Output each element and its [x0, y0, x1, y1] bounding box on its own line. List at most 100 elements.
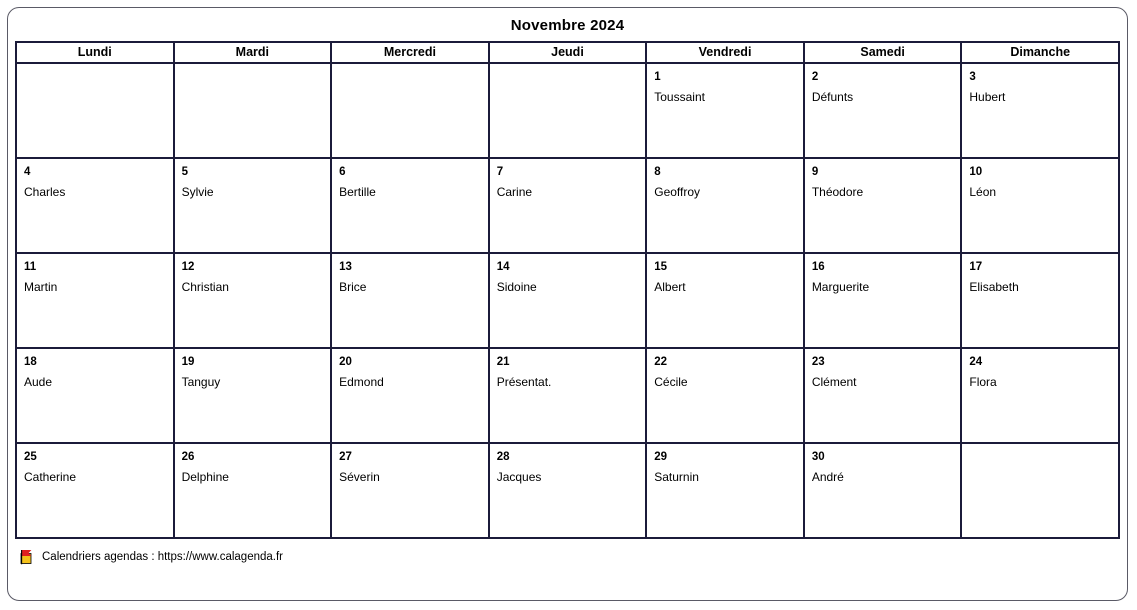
- day-cell-content: 20 Edmond: [332, 349, 488, 442]
- day-cell[interactable]: 24 Flora: [960, 347, 1120, 444]
- day-saint-name: Charles: [24, 185, 66, 199]
- day-cell[interactable]: 15 Albert: [645, 252, 805, 349]
- day-cell[interactable]: 16 Marguerite: [802, 252, 963, 349]
- day-saint-name: Brice: [339, 280, 367, 294]
- day-cell-content: 29 Saturnin: [647, 444, 803, 537]
- day-cell-content: 23 Clément: [805, 349, 961, 442]
- day-cell[interactable]: 26 Delphine: [172, 442, 333, 539]
- day-saint-name: Albert: [654, 280, 686, 294]
- weekday-header-lundi: Lundi: [15, 41, 175, 64]
- day-cell-content: 16 Marguerite: [805, 254, 961, 347]
- day-cell[interactable]: 3 Hubert: [960, 62, 1120, 159]
- day-saint-name: Marguerite: [811, 280, 870, 294]
- day-cell[interactable]: 19 Tanguy: [172, 347, 333, 444]
- day-number: 6: [339, 166, 346, 178]
- day-cell[interactable]: 20 Edmond: [330, 347, 490, 444]
- day-cell[interactable]: 27 Séverin: [330, 442, 490, 539]
- calendar-week-row: 18 Aude 19 Tanguy 20 Edmond 21 Présentat…: [15, 347, 1120, 444]
- day-number: 7: [496, 166, 504, 178]
- day-saint-name: Edmond: [339, 375, 384, 389]
- day-saint-name: Elisabeth: [969, 280, 1019, 294]
- day-cell-content: [332, 70, 488, 163]
- day-cell-content: 7 Carine: [490, 159, 646, 252]
- day-cell-content: 12 Christian: [175, 254, 331, 347]
- day-saint-name: Catherine: [24, 470, 77, 484]
- day-cell[interactable]: 1 Toussaint: [645, 62, 805, 159]
- day-number: 19: [181, 356, 195, 368]
- calendar-week-row: 25 Catherine 26 Delphine 27 Séverin 28 J…: [15, 442, 1120, 539]
- day-saint-name: André: [811, 470, 844, 484]
- day-number: 18: [24, 356, 37, 368]
- day-cell[interactable]: 12 Christian: [172, 252, 333, 349]
- day-cell[interactable]: 2 Défunts: [802, 62, 963, 159]
- day-cell[interactable]: 30 André: [802, 442, 963, 539]
- weekday-header-jeudi: Jeudi: [487, 41, 648, 64]
- day-saint-name: Sylvie: [181, 185, 214, 199]
- day-cell-content: 15 Albert: [647, 254, 803, 347]
- day-cell[interactable]: 17 Elisabeth: [960, 252, 1120, 349]
- day-cell-content: 3 Hubert: [962, 64, 1118, 157]
- day-cell-empty[interactable]: [487, 62, 648, 159]
- calendar-body: 1 Toussaint 2 Défunts 3 Hubert 4 Charles…: [15, 62, 1120, 539]
- day-cell-content: 1 Toussaint: [647, 64, 803, 157]
- day-saint-name: Toussaint: [654, 90, 705, 104]
- day-number: 28: [496, 451, 510, 463]
- day-cell[interactable]: 21 Présentat.: [487, 347, 648, 444]
- day-number: 3: [969, 71, 976, 83]
- day-number: 8: [654, 166, 661, 178]
- weekday-header-mardi: Mardi: [172, 41, 333, 64]
- day-number: 29: [654, 451, 668, 463]
- calagenda-flag-logo-icon: [20, 550, 32, 565]
- day-saint-name: Léon: [969, 185, 997, 199]
- weekday-header-samedi: Samedi: [802, 41, 963, 64]
- day-cell[interactable]: 28 Jacques: [487, 442, 648, 539]
- day-cell[interactable]: 4 Charles: [15, 157, 175, 254]
- day-cell[interactable]: 18 Aude: [15, 347, 175, 444]
- day-saint-name: Christian: [181, 280, 229, 294]
- day-cell-empty[interactable]: [330, 62, 490, 159]
- day-saint-name: Carine: [496, 185, 533, 199]
- day-saint-name: Bertille: [339, 185, 376, 199]
- day-cell-empty[interactable]: [15, 62, 175, 159]
- day-number: 4: [24, 166, 31, 178]
- day-cell-content: 13 Brice: [332, 254, 488, 347]
- day-cell-empty[interactable]: [960, 442, 1120, 539]
- day-cell[interactable]: 22 Cécile: [645, 347, 805, 444]
- day-number: 11: [24, 261, 37, 273]
- day-cell-content: [17, 70, 173, 163]
- footer-credit-text: Calendriers agendas : https://www.calage…: [42, 551, 283, 563]
- day-cell[interactable]: 14 Sidoine: [487, 252, 648, 349]
- day-saint-name: Défunts: [811, 90, 854, 104]
- day-cell[interactable]: 11 Martin: [15, 252, 175, 349]
- day-cell-content: 21 Présentat.: [490, 349, 646, 442]
- calendar-page-frame: Novembre 2024 Lundi Mardi Mercredi Jeudi…: [7, 7, 1128, 601]
- day-cell[interactable]: 23 Clément: [802, 347, 963, 444]
- day-cell[interactable]: 29 Saturnin: [645, 442, 805, 539]
- day-number: 9: [811, 166, 819, 178]
- day-cell[interactable]: 13 Brice: [330, 252, 490, 349]
- day-cell-content: 6 Bertille: [332, 159, 488, 252]
- day-saint-name: Sidoine: [496, 280, 537, 294]
- day-cell[interactable]: 7 Carine: [487, 157, 648, 254]
- day-cell-content: 17 Elisabeth: [962, 254, 1118, 347]
- day-number: 22: [654, 356, 668, 368]
- day-cell[interactable]: 6 Bertille: [330, 157, 490, 254]
- day-cell[interactable]: 5 Sylvie: [172, 157, 333, 254]
- day-cell[interactable]: 8 Geoffroy: [645, 157, 805, 254]
- weekday-header-mercredi: Mercredi: [330, 41, 490, 64]
- day-saint-name: Cécile: [654, 375, 688, 389]
- day-cell[interactable]: 10 Léon: [960, 157, 1120, 254]
- day-cell-content: 18 Aude: [17, 349, 173, 442]
- day-cell[interactable]: 25 Catherine: [15, 442, 175, 539]
- day-number: 24: [969, 356, 983, 368]
- day-saint-name: Séverin: [339, 470, 380, 484]
- calendar-table-wrap: Lundi Mardi Mercredi Jeudi Vendredi Same…: [8, 41, 1127, 539]
- day-cell-content: 8 Geoffroy: [647, 159, 803, 252]
- day-cell-empty[interactable]: [172, 62, 333, 159]
- day-number: 30: [811, 451, 825, 463]
- day-number: 1: [654, 71, 661, 83]
- day-number: 25: [24, 451, 37, 463]
- day-cell-content: 30 André: [805, 444, 961, 537]
- day-cell-content: [490, 70, 646, 163]
- day-cell[interactable]: 9 Théodore: [802, 157, 963, 254]
